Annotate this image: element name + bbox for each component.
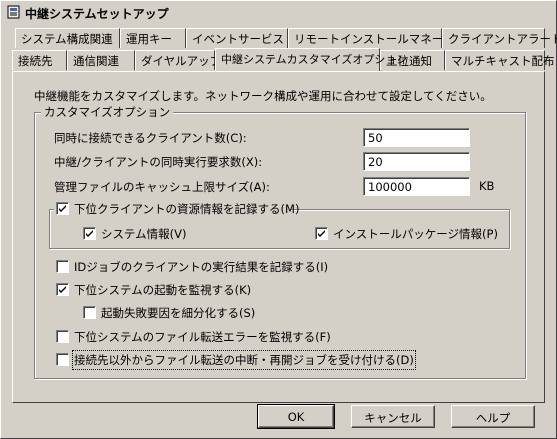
ok-button[interactable]: OK: [257, 404, 335, 429]
simultaneous-clients-input[interactable]: 50: [363, 128, 470, 147]
title-bar: 中継システムセットアップ: [1, 1, 556, 23]
record-id-job-label[interactable]: IDジョブのクライアントの実行結果を記録する(I): [74, 259, 328, 275]
tab-client-alert[interactable]: クライアントアラート: [442, 28, 557, 48]
concurrent-requests-label: 中継/クライアントの同時実行要求数(X):: [54, 155, 263, 169]
record-id-job-checkbox[interactable]: [56, 260, 69, 273]
install-package-info-checkbox[interactable]: [315, 227, 328, 240]
tab-connection-target[interactable]: 接続先: [12, 50, 67, 70]
check-icon: [59, 205, 66, 212]
system-info-checkbox[interactable]: [83, 227, 96, 240]
monitor-startup-label[interactable]: 下位システムの起動を監視する(K): [74, 282, 251, 298]
tab-relay-customize[interactable]: 中継システムカスタマイズオプション: [215, 48, 407, 71]
window-title: 中継システムセットアップ: [25, 7, 169, 21]
install-package-info-label[interactable]: インストールパッケージ情報(P): [333, 226, 498, 242]
tab-communication[interactable]: 通信関連: [67, 50, 135, 70]
app-icon: [7, 5, 20, 19]
cache-limit-unit: KB: [479, 179, 495, 193]
accept-other-label[interactable]: 接続先以外からファイル転送の中断・再開ジョブを受け付ける(D): [72, 350, 416, 370]
check-icon: [59, 286, 66, 293]
group-title: カスタマイズオプション: [41, 104, 174, 120]
concurrent-requests-input[interactable]: 20: [363, 152, 470, 171]
simultaneous-clients-label: 同時に接続できるクライアント数(C):: [54, 131, 247, 145]
monitor-transfer-error-label[interactable]: 下位システムのファイル転送エラーを監視する(F): [74, 329, 331, 345]
monitor-startup-checkbox[interactable]: [56, 283, 69, 296]
setup-dialog: 中継システムセットアップ システム構成関連 運用キー イベントサービス リモート…: [0, 0, 557, 439]
tab-panel: 中継機能をカスタマイズします。ネットワーク構成や運用に合わせて設定してください。…: [12, 71, 545, 403]
check-icon: [318, 230, 325, 237]
help-button[interactable]: ヘルプ: [451, 405, 535, 428]
tab-event-service[interactable]: イベントサービス: [186, 28, 288, 48]
detail-failure-label[interactable]: 起動失敗要因を細分化する(S): [101, 305, 255, 321]
detail-failure-checkbox[interactable]: [83, 306, 96, 319]
cache-limit-label: 管理ファイルのキャッシュ上限サイズ(A):: [54, 180, 270, 194]
tab-remote-install-manager[interactable]: リモートインストールマネージャ: [288, 28, 465, 48]
tab-system-config[interactable]: システム構成関連: [15, 28, 120, 48]
cache-limit-input[interactable]: 100000: [363, 177, 470, 196]
description-text: 中継機能をカスタマイズします。ネットワーク構成や運用に合わせて設定してください。: [34, 89, 492, 103]
tab-operation-key[interactable]: 運用キー: [120, 28, 186, 48]
tab-multicast[interactable]: マルチキャスト配布: [445, 50, 555, 70]
accept-other-checkbox[interactable]: [56, 353, 69, 366]
cancel-button[interactable]: キャンセル: [351, 405, 435, 428]
check-icon: [86, 230, 93, 237]
record-resources-label[interactable]: 下位クライアントの資源情報を記録する(M): [74, 201, 299, 217]
system-info-label[interactable]: システム情報(V): [101, 226, 187, 242]
tab-dialup[interactable]: ダイヤルアップ: [135, 50, 221, 70]
monitor-transfer-error-checkbox[interactable]: [56, 330, 69, 343]
record-resources-checkbox[interactable]: [56, 202, 69, 215]
